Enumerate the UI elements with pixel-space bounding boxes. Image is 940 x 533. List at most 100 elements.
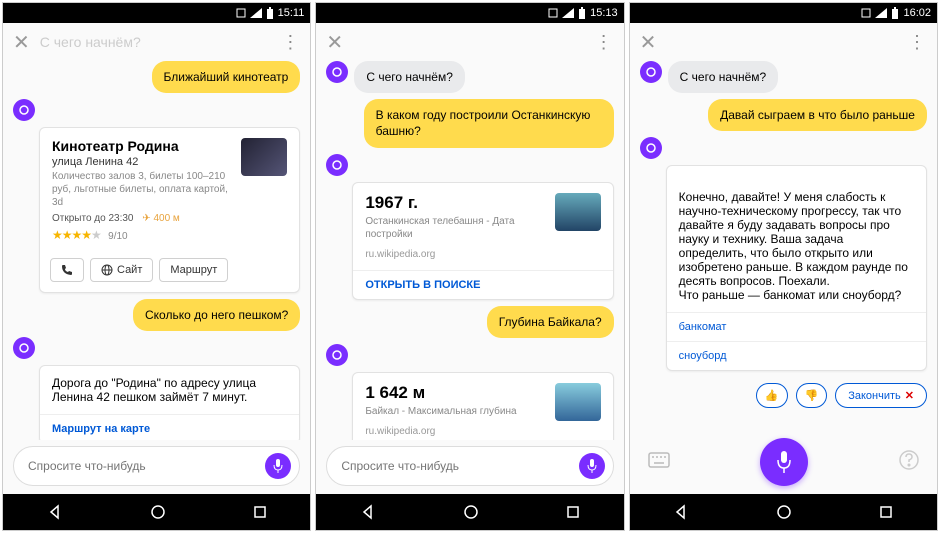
fact-source: ru.wikipedia.org: [365, 249, 546, 260]
suggestion-row: 👍 👎 Закончить ✕: [640, 377, 927, 414]
assistant-row: С чего начнём?: [326, 61, 613, 93]
alice-avatar: [640, 137, 662, 159]
place-card[interactable]: Кинотеатр Родина улица Ленина 42 Количес…: [39, 127, 300, 293]
alice-avatar: [326, 344, 348, 366]
alice-avatar: [13, 99, 35, 121]
android-navbar: [3, 494, 310, 530]
thumbs-up-pill[interactable]: 👍: [756, 383, 788, 408]
assistant-row: С чего начнём?: [640, 61, 927, 93]
user-bubble[interactable]: Сколько до него пешком?: [133, 299, 300, 331]
assistant-row: [326, 154, 613, 176]
fact-thumbnail: [555, 383, 601, 421]
mic-button-large[interactable]: [760, 438, 808, 486]
clock: 15:11: [278, 7, 305, 19]
user-message: Ближайший кинотеатр: [13, 61, 300, 93]
user-bubble[interactable]: Ближайший кинотеатр: [152, 61, 301, 93]
assistant-bubble: С чего начнём?: [354, 61, 465, 93]
close-icon[interactable]: ✕: [640, 30, 657, 55]
fact-card[interactable]: 1967 г. Останкинская телебашня - Дата по…: [352, 182, 613, 300]
signal-icon: [562, 8, 574, 18]
appbar-title: С чего начнём?: [40, 34, 272, 50]
place-title: Кинотеатр Родина: [52, 138, 233, 154]
fact-sub: Останкинская телебашня - Дата постройки: [365, 215, 546, 241]
place-address: улица Ленина 42: [52, 156, 233, 168]
user-message: Сколько до него пешком?: [13, 299, 300, 331]
text-input-bar[interactable]: [326, 446, 613, 486]
back-icon[interactable]: [673, 504, 689, 520]
text-input-bar[interactable]: [13, 446, 300, 486]
mic-icon: [775, 451, 793, 473]
place-desc: Количество залов 3, билеты 100–210 руб, …: [52, 170, 233, 209]
recent-icon[interactable]: [253, 505, 267, 519]
map-route-link[interactable]: Маршрут на карте: [40, 414, 299, 440]
route-button[interactable]: Маршрут: [159, 258, 228, 282]
mic-icon: [586, 459, 598, 473]
game-card: Конечно, давайте! У меня слабость к науч…: [666, 165, 927, 371]
distance: ✈ 400 м: [142, 213, 180, 224]
user-message: В каком году построили Останкинскую башн…: [326, 99, 613, 147]
close-icon[interactable]: ✕: [13, 30, 30, 55]
assistant-row: [13, 99, 300, 121]
assistant-text: Конечно, давайте! У меня слабость к науч…: [679, 190, 908, 302]
user-bubble[interactable]: В каком году построили Останкинскую башн…: [364, 99, 614, 147]
mic-button[interactable]: [265, 453, 291, 479]
help-icon[interactable]: [899, 450, 919, 475]
close-icon[interactable]: ✕: [326, 30, 343, 55]
open-hours: Открыто до 23:30 ✈ 400 м: [52, 213, 287, 224]
keyboard-icon[interactable]: [648, 452, 670, 473]
phone-screen-2: 15:13 ✕ ⋮ С чего начнём? В каком году по…: [315, 2, 624, 531]
fact-value: 1 642 м: [365, 383, 516, 403]
clock: 15:13: [590, 7, 618, 19]
fact-source: ru.wikipedia.org: [365, 426, 516, 437]
answer-card: Дорога до "Родина" по адресу улица Ленин…: [39, 365, 300, 440]
site-button[interactable]: Сайт: [90, 258, 153, 282]
no-sim-icon: [236, 8, 246, 18]
more-icon[interactable]: ⋮: [595, 32, 614, 53]
thumbs-down-pill[interactable]: 👎: [796, 383, 828, 408]
option-snowboard[interactable]: сноуборд: [667, 341, 926, 370]
more-icon[interactable]: ⋮: [281, 32, 300, 53]
signal-icon: [250, 8, 262, 18]
assistant-text: Дорога до "Родина" по адресу улица Ленин…: [52, 376, 256, 404]
fact-card[interactable]: 1 642 м Байкал - Максимальная глубина ru…: [352, 372, 613, 440]
home-icon[interactable]: [463, 504, 479, 520]
recent-icon[interactable]: [879, 505, 893, 519]
more-icon[interactable]: ⋮: [908, 32, 927, 53]
signal-icon: [875, 8, 887, 18]
card-actions: Сайт Маршрут: [40, 252, 299, 292]
chat-content: С чего начнём? В каком году построили Ос…: [316, 61, 623, 440]
home-icon[interactable]: [150, 504, 166, 520]
android-navbar: [630, 494, 937, 530]
user-message: Давай сыграем в что было раньше: [640, 99, 927, 131]
user-bubble[interactable]: Глубина Байкала?: [487, 306, 614, 338]
mic-icon: [272, 459, 284, 473]
fact-sub: Байкал - Максимальная глубина: [365, 405, 516, 418]
fact-thumbnail: [555, 193, 601, 231]
assistant-row: [13, 337, 300, 359]
battery-icon: [266, 7, 274, 19]
chat-content: Ближайший кинотеатр Кинотеатр Родина ули…: [3, 61, 310, 440]
app-bar: ✕ ⋮: [316, 23, 623, 61]
assistant-row: [326, 344, 613, 366]
chat-content: С чего начнём? Давай сыграем в что было …: [630, 61, 937, 432]
back-icon[interactable]: [47, 504, 63, 520]
call-button[interactable]: [50, 258, 84, 282]
query-input[interactable]: [28, 459, 265, 473]
place-thumbnail: [241, 138, 287, 176]
home-icon[interactable]: [776, 504, 792, 520]
recent-icon[interactable]: [566, 505, 580, 519]
mic-button[interactable]: [579, 453, 605, 479]
end-game-pill[interactable]: Закончить ✕: [835, 383, 927, 408]
status-bar: 15:13: [316, 3, 623, 23]
input-footer: [316, 440, 623, 494]
user-bubble[interactable]: Давай сыграем в что было раньше: [708, 99, 927, 131]
open-in-search-link[interactable]: ОТКРЫТЬ В ПОИСКЕ: [353, 270, 612, 299]
voice-footer: [630, 432, 937, 494]
phone-icon: [61, 264, 73, 276]
status-bar: 16:02: [630, 3, 937, 23]
option-atm[interactable]: банкомат: [667, 312, 926, 341]
android-navbar: [316, 494, 623, 530]
query-input[interactable]: [341, 459, 578, 473]
alice-avatar: [640, 61, 662, 83]
back-icon[interactable]: [360, 504, 376, 520]
